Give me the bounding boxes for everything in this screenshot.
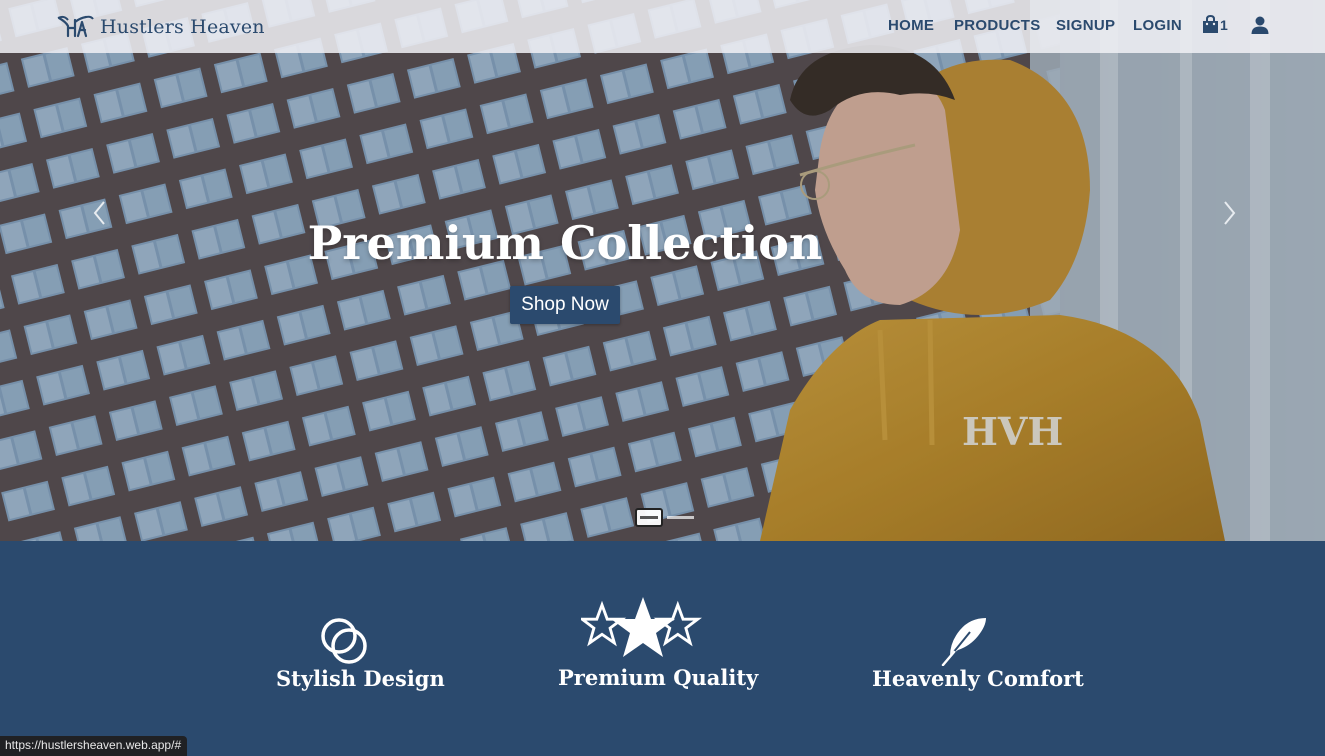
brand-name: Hustlers Heaven xyxy=(100,16,265,38)
hero-carousel: HVH Premium Collection Shop Now xyxy=(0,0,1325,541)
stars-icon xyxy=(581,597,702,657)
shopping-bag-icon xyxy=(1203,15,1218,33)
nav-login[interactable]: LOGIN xyxy=(1133,17,1182,34)
feather-icon xyxy=(941,618,986,666)
nav-products[interactable]: PRODUCTS xyxy=(954,17,1041,34)
carousel-indicator-2[interactable] xyxy=(667,516,694,519)
user-icon[interactable] xyxy=(1251,16,1269,34)
chevron-right-icon[interactable] xyxy=(1223,200,1237,226)
cart-link[interactable]: 1 xyxy=(1202,15,1228,34)
browser-status-url: https://hustlersheaven.web.app/# xyxy=(0,736,188,756)
brand-link[interactable]: Hustlers Heaven xyxy=(56,14,265,40)
shop-now-button[interactable]: Shop Now xyxy=(510,286,620,324)
nav-signup[interactable]: SIGNUP xyxy=(1056,17,1115,34)
cart-count: 1 xyxy=(1220,16,1228,33)
overlapping-circles-icon xyxy=(321,618,367,664)
hero-overlay xyxy=(0,0,1325,541)
logo-icon xyxy=(57,15,94,38)
features-section: Stylish Design Premium Quality Heavenly … xyxy=(0,541,1325,756)
feature-label: Stylish Design xyxy=(276,666,445,691)
feature-label: Heavenly Comfort xyxy=(872,666,1084,691)
navbar: Hustlers Heaven HOME PRODUCTS SIGNUP LOG… xyxy=(0,0,1325,53)
nav-home[interactable]: HOME xyxy=(888,17,934,34)
feature-label: Premium Quality xyxy=(558,665,759,690)
hero-title: Premium Collection xyxy=(307,216,823,270)
carousel-indicator-1[interactable] xyxy=(635,508,663,527)
